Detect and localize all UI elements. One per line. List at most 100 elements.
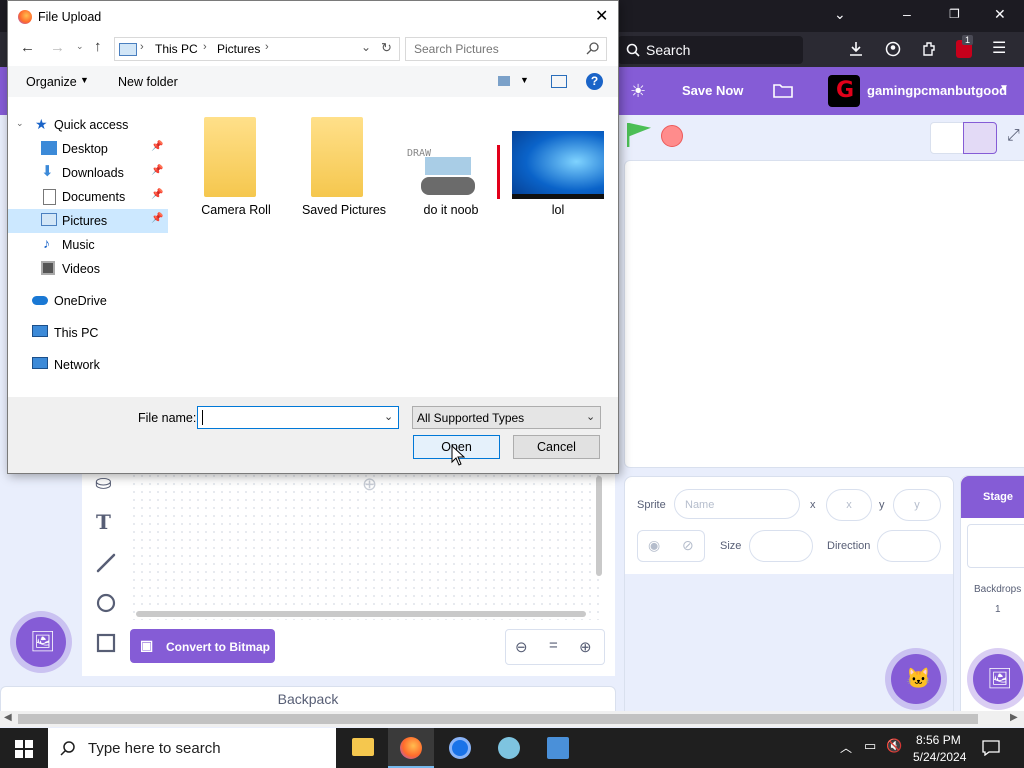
choose-backdrop-button[interactable]: 🖼 xyxy=(973,654,1023,704)
fullscreen-icon[interactable]: ⤢ xyxy=(1007,127,1020,145)
username[interactable]: gamingpcmanbutgood xyxy=(867,83,1007,98)
small-stage-button[interactable] xyxy=(930,122,964,154)
file-label[interactable]: Saved Pictures xyxy=(296,203,392,217)
y-input[interactable]: y xyxy=(893,489,941,521)
refresh-icon[interactable]: ↻ xyxy=(381,40,392,56)
hide-eye-icon[interactable]: ⊘ xyxy=(682,537,694,554)
canvas-horizontal-scrollbar[interactable] xyxy=(136,611,586,617)
file-name-input[interactable]: ⌄ xyxy=(197,406,399,429)
direction-input[interactable] xyxy=(877,530,941,562)
breadcrumb-pictures[interactable]: Pictures xyxy=(217,42,260,56)
image-thumbnail-do-it-noob[interactable]: DRAW xyxy=(405,145,500,199)
new-folder-button[interactable]: New folder xyxy=(118,75,178,89)
close-window-icon[interactable]: ✕ xyxy=(994,6,1006,23)
clock-date[interactable]: 5/24/2024 xyxy=(913,750,966,764)
up-arrow-icon[interactable]: ↑ xyxy=(94,38,102,55)
restore-icon[interactable]: ❐ xyxy=(949,7,960,21)
file-item-camera-roll[interactable] xyxy=(204,117,256,197)
notifications-icon[interactable] xyxy=(982,740,1000,756)
menu-icon[interactable]: ☰ xyxy=(992,38,1006,58)
convert-to-bitmap-button[interactable]: ▣ Convert to Bitmap xyxy=(130,629,275,663)
clock-time[interactable]: 8:56 PM xyxy=(916,733,961,747)
green-flag-icon[interactable] xyxy=(627,123,651,147)
file-label[interactable]: lol xyxy=(510,203,606,217)
text-tool-icon[interactable]: T xyxy=(96,510,111,534)
visibility-toggle[interactable]: ◉ ⊘ xyxy=(637,530,705,562)
canvas-vertical-scrollbar[interactable] xyxy=(596,476,602,576)
circle-tool-icon[interactable] xyxy=(95,592,117,614)
dialog-titlebar[interactable]: File Upload ✕ xyxy=(8,1,618,32)
sidebar-item-downloads[interactable]: ⬇ Downloads 📌 xyxy=(8,161,168,185)
tips-lightbulb-icon[interactable]: ☀ xyxy=(630,81,646,102)
sidebar-item-music[interactable]: ♪ Music xyxy=(8,233,168,257)
minimize-icon[interactable]: – xyxy=(903,6,911,22)
view-caret-icon[interactable]: ▼ xyxy=(520,75,529,85)
organize-button[interactable]: Organize xyxy=(26,75,77,89)
sidebar-item-videos[interactable]: Videos xyxy=(8,257,168,281)
nav-onedrive[interactable]: OneDrive xyxy=(8,289,168,313)
cancel-button[interactable]: Cancel xyxy=(513,435,600,459)
network-icon[interactable]: ▭ xyxy=(864,738,876,754)
zoom-in-icon[interactable]: ⊕ xyxy=(579,638,592,656)
volume-muted-icon[interactable]: 🔇 xyxy=(886,738,902,754)
image-thumbnail-lol[interactable] xyxy=(512,131,604,199)
browser-search-box[interactable]: Search xyxy=(618,36,803,64)
x-input[interactable]: x xyxy=(826,489,872,521)
extensions-icon[interactable] xyxy=(921,41,937,57)
rectangle-tool-icon[interactable] xyxy=(95,632,117,654)
back-arrow-icon[interactable]: ← xyxy=(20,39,35,56)
scroll-left-icon[interactable]: ◀ xyxy=(4,712,12,723)
taskbar-search-box[interactable]: Type here to search xyxy=(48,728,336,768)
file-type-select[interactable]: All Supported Types ⌄ xyxy=(412,406,601,429)
download-icon[interactable] xyxy=(848,41,864,57)
chrome-icon[interactable] xyxy=(449,737,471,759)
file-item-saved-pictures[interactable] xyxy=(311,117,363,197)
chevron-up-icon[interactable]: ︿ xyxy=(840,739,852,756)
taskbar-firefox-active[interactable] xyxy=(388,728,434,768)
avatar[interactable]: G xyxy=(828,75,860,107)
recent-locations-icon[interactable]: ⌄ xyxy=(76,41,84,52)
expand-chevron-icon[interactable]: ⌄ xyxy=(16,118,24,129)
size-input[interactable] xyxy=(749,530,813,562)
choose-costume-button[interactable]: 🖼 xyxy=(16,617,66,667)
close-dialog-icon[interactable]: ✕ xyxy=(595,6,608,26)
sidebar-item-documents[interactable]: Documents 📌 xyxy=(8,185,168,209)
normal-stage-button[interactable] xyxy=(963,122,997,154)
paint-canvas[interactable]: ⊕ xyxy=(130,472,605,620)
stop-icon[interactable] xyxy=(661,125,683,147)
tab-list-chevron-icon[interactable]: ⌄ xyxy=(834,6,846,23)
help-icon[interactable]: ? xyxy=(586,73,603,90)
line-tool-icon[interactable] xyxy=(95,552,117,574)
address-box[interactable]: › This PC › Pictures › ⌄ ↻ xyxy=(114,37,400,61)
file-explorer-icon[interactable] xyxy=(352,738,374,756)
stage-thumbnail[interactable] xyxy=(967,524,1024,568)
breadcrumb-this-pc[interactable]: This PC xyxy=(155,42,198,56)
save-now-button[interactable]: Save Now xyxy=(682,83,743,98)
windows-start-icon[interactable] xyxy=(15,740,33,758)
app-icon[interactable] xyxy=(547,737,569,759)
zoom-out-icon[interactable]: ⊖ xyxy=(515,638,528,656)
stage-selector-panel[interactable]: Stage Backdrops 1 🖼 xyxy=(960,475,1024,714)
file-label[interactable]: do it noob xyxy=(403,203,499,217)
caret-down-icon[interactable]: ▼ xyxy=(999,83,1009,94)
change-view-icon[interactable] xyxy=(498,76,510,86)
account-icon[interactable] xyxy=(885,41,901,57)
paint-app-icon[interactable] xyxy=(498,737,520,759)
choose-sprite-button[interactable]: 🐱 xyxy=(891,654,941,704)
search-pictures-input[interactable]: Search Pictures xyxy=(405,37,607,61)
zoom-reset-button[interactable]: = xyxy=(549,637,558,654)
file-name-dropdown-icon[interactable]: ⌄ xyxy=(384,410,393,423)
address-dropdown-icon[interactable]: ⌄ xyxy=(361,40,371,54)
file-label[interactable]: Camera Roll xyxy=(188,203,284,217)
nav-quick-access[interactable]: ⌄ ★ Quick access xyxy=(8,113,168,137)
forward-arrow-icon[interactable]: → xyxy=(50,39,65,56)
scroll-right-icon[interactable]: ▶ xyxy=(1010,712,1018,723)
preview-pane-icon[interactable] xyxy=(551,75,567,88)
page-horizontal-scrollbar[interactable]: ◀ ▶ xyxy=(0,711,1024,727)
file-type-dropdown-icon[interactable]: ⌄ xyxy=(586,410,595,423)
backpack[interactable]: Backpack xyxy=(0,686,616,712)
nav-this-pc[interactable]: This PC xyxy=(8,321,168,345)
scroll-thumb[interactable] xyxy=(18,714,978,724)
nav-network[interactable]: Network xyxy=(8,353,168,377)
sidebar-item-desktop[interactable]: Desktop 📌 xyxy=(8,137,168,161)
